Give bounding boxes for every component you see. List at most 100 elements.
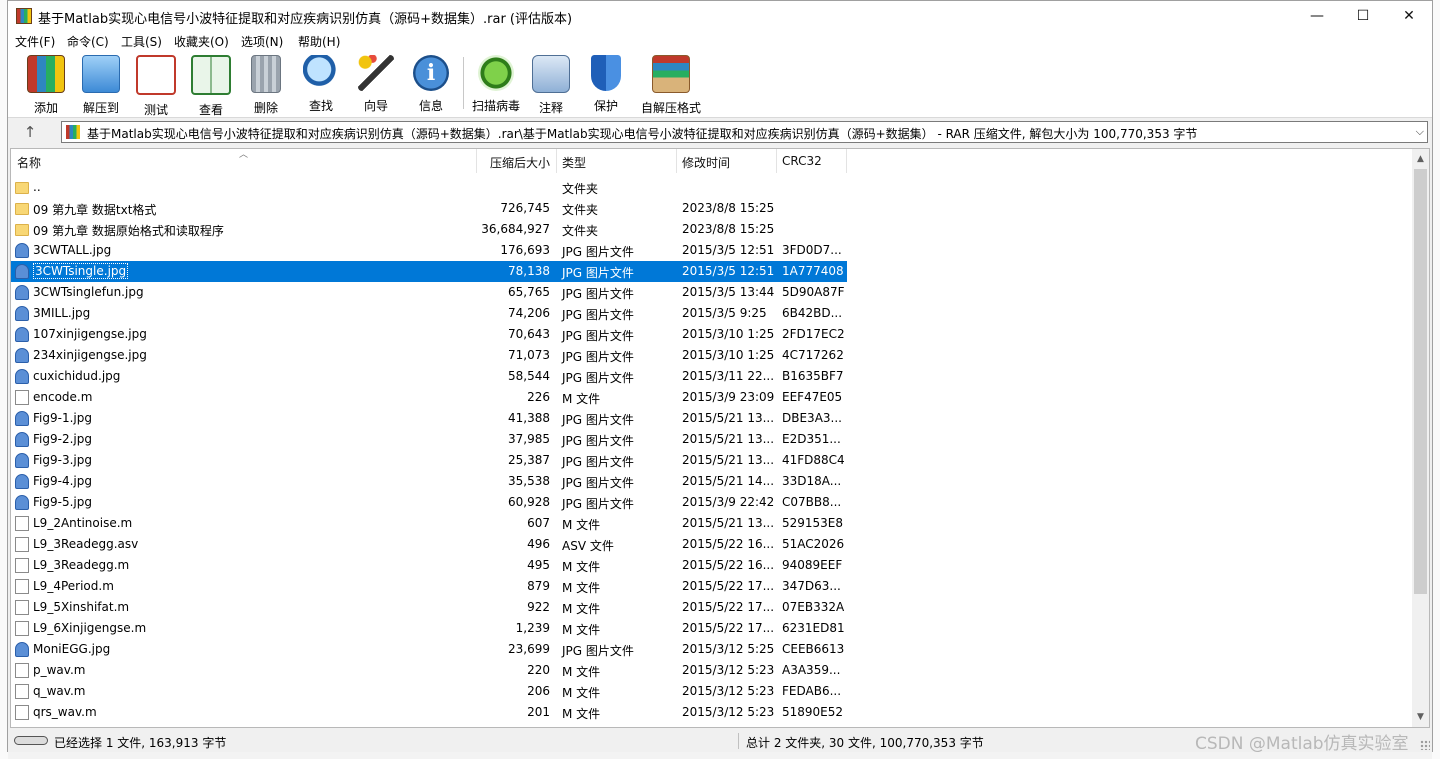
file-modified: 2015/3/10 1:25 xyxy=(682,327,775,341)
info-button[interactable]: i 信息 xyxy=(406,55,456,114)
file-packed-size: 23,699 xyxy=(508,642,550,656)
file-type: JPG 图片文件 xyxy=(562,308,634,322)
find-button[interactable]: 查找 xyxy=(296,55,346,114)
file-name: Fig9-3.jpg xyxy=(33,453,92,467)
vertical-scrollbar[interactable]: ▲ ▼ xyxy=(1412,149,1429,727)
file-row[interactable]: L9_6Xinjigengse.m 1,239 M 文件 2015/5/22 17..… xyxy=(11,618,847,639)
file-type: JPG 图片文件 xyxy=(562,371,634,385)
file-crc32: 33D18A... xyxy=(782,474,842,488)
up-folder-button[interactable]: ↑ xyxy=(18,122,42,142)
file-crc32: DBE3A3... xyxy=(782,411,842,425)
file-row[interactable]: .. 文件夹 xyxy=(11,177,847,198)
file-modified: 2015/3/5 12:51 xyxy=(682,264,775,278)
toolbar: 添加 解压到 测试 查看 删除 查找 向导 i 信息 扫描病毒 注释 保护 自解… xyxy=(8,51,1432,118)
file-row[interactable]: 3CWTALL.jpg 176,693 JPG 图片文件 2015/3/5 12:51… xyxy=(11,240,847,261)
file-name: Fig9-2.jpg xyxy=(33,432,92,446)
file-row[interactable]: qrs_wav.m 201 M 文件 2015/3/12 5:23 51890E52 xyxy=(11,702,847,723)
menu-file[interactable]: 文件(F) xyxy=(15,33,55,50)
file-row[interactable]: Fig9-3.jpg 25,387 JPG 图片文件 2015/5/21 13... 4… xyxy=(11,450,847,471)
file-row[interactable]: MoniEGG.jpg 23,699 JPG 图片文件 2015/3/12 5:25 C… xyxy=(11,639,847,660)
protect-label: 保护 xyxy=(593,99,618,113)
column-divider[interactable] xyxy=(776,149,777,173)
virus-scan-button[interactable]: 扫描病毒 xyxy=(471,55,521,114)
file-row[interactable]: L9_2Antinoise.m 607 M 文件 2015/5/21 13... 529… xyxy=(11,513,847,534)
scrollbar-thumb[interactable] xyxy=(1414,169,1427,594)
file-type: M 文件 xyxy=(562,686,601,700)
extract-to-button[interactable]: 解压到 xyxy=(76,55,126,116)
file-crc32: E2D351... xyxy=(782,432,841,446)
jpg-image-icon xyxy=(15,453,29,468)
file-name: Fig9-4.jpg xyxy=(33,474,92,488)
file-row[interactable]: 3CWTsinglefun.jpg 65,765 JPG 图片文件 2015/3/5 … xyxy=(11,282,847,303)
menu-options[interactable]: 选项(N) xyxy=(241,33,283,50)
menu-commands[interactable]: 命令(C) xyxy=(67,33,109,50)
column-type[interactable]: 类型 xyxy=(562,154,586,171)
column-modified[interactable]: 修改时间 xyxy=(682,154,730,171)
test-button[interactable]: 测试 xyxy=(131,55,181,118)
column-divider[interactable] xyxy=(676,149,677,173)
file-row[interactable]: Fig9-5.jpg 60,928 JPG 图片文件 2015/3/9 22:42 C0… xyxy=(11,492,847,513)
column-name[interactable]: 名称 xyxy=(17,154,41,171)
file-row[interactable]: L9_4Period.m 879 M 文件 2015/5/22 17... 347D63… xyxy=(11,576,847,597)
file-row[interactable]: 3MILL.jpg 74,206 JPG 图片文件 2015/3/5 9:25 6B42… xyxy=(11,303,847,324)
winrar-app-icon[interactable] xyxy=(16,8,32,24)
view-label: 查看 xyxy=(198,103,223,117)
file-row[interactable]: 107xinjigengse.jpg 70,643 JPG 图片文件 2015/3/1… xyxy=(11,324,847,345)
column-divider[interactable] xyxy=(846,149,847,173)
file-row[interactable]: encode.m 226 M 文件 2015/3/9 23:09 EEF47E05 xyxy=(11,387,847,408)
file-row[interactable]: L9_3Readegg.asv 496 ASV 文件 2015/5/22 16... 5… xyxy=(11,534,847,555)
file-row[interactable]: L9_5Xinshifat.m 922 M 文件 2015/5/22 17... 07E… xyxy=(11,597,847,618)
file-row[interactable]: Fig9-4.jpg 35,538 JPG 图片文件 2015/5/21 14... 3… xyxy=(11,471,847,492)
file-row[interactable]: 3CWTsingle.jpg 78,138 JPG 图片文件 2015/3/5 12:… xyxy=(11,261,847,282)
close-button[interactable]: ✕ xyxy=(1386,1,1432,31)
add-button[interactable]: 添加 xyxy=(21,55,71,116)
file-row[interactable]: 09 第九章 数据原始格式和读取程序 36,684,927 文件夹 2023/8/8 … xyxy=(11,219,847,240)
file-packed-size: 41,388 xyxy=(508,411,550,425)
file-packed-size: 201 xyxy=(527,705,550,719)
chevron-down-icon[interactable]: ⌵ xyxy=(1416,125,1424,139)
file-crc32: 51890E52 xyxy=(782,705,844,719)
drive-icon[interactable] xyxy=(14,736,48,745)
file-row[interactable]: 234xinjigengse.jpg 71,073 JPG 图片文件 2015/3/1… xyxy=(11,345,847,366)
file-type: JPG 图片文件 xyxy=(562,434,634,448)
file-row[interactable]: Fig9-2.jpg 37,985 JPG 图片文件 2015/5/21 13... E… xyxy=(11,429,847,450)
file-name: 09 第九章 数据原始格式和读取程序 xyxy=(33,224,224,238)
file-row[interactable]: p_wav.m 220 M 文件 2015/3/12 5:23 A3A359... xyxy=(11,660,847,681)
file-row[interactable]: L9_3Readegg.m 495 M 文件 2015/5/22 16... 94089… xyxy=(11,555,847,576)
file-packed-size: 78,138 xyxy=(508,264,550,278)
file-crc32: 51AC2026 xyxy=(782,537,845,551)
file-crc32: 07EB332A xyxy=(782,600,845,614)
column-packed-size[interactable]: 压缩后大小 xyxy=(490,154,550,171)
protect-button[interactable]: 保护 xyxy=(581,55,631,114)
maximize-button[interactable]: ☐ xyxy=(1340,1,1386,31)
delete-button[interactable]: 删除 xyxy=(241,55,291,116)
wizard-button[interactable]: 向导 xyxy=(351,55,401,114)
file-row[interactable]: Fig9-1.jpg 41,388 JPG 图片文件 2015/5/21 13... D… xyxy=(11,408,847,429)
view-button[interactable]: 查看 xyxy=(186,55,236,118)
menu-help[interactable]: 帮助(H) xyxy=(298,33,340,50)
column-divider[interactable] xyxy=(476,149,477,173)
scroll-down-arrow-icon[interactable]: ▼ xyxy=(1412,709,1429,725)
comment-button[interactable]: 注释 xyxy=(526,55,576,116)
minimize-button[interactable]: — xyxy=(1294,1,1340,31)
file-type: M 文件 xyxy=(562,518,601,532)
scroll-up-arrow-icon[interactable]: ▲ xyxy=(1412,151,1429,167)
resize-grip-icon[interactable] xyxy=(1420,740,1430,750)
file-crc32: A3A359... xyxy=(782,663,841,677)
column-crc32[interactable]: CRC32 xyxy=(782,154,822,168)
jpg-image-icon xyxy=(15,474,29,489)
menu-favorites[interactable]: 收藏夹(O) xyxy=(174,33,229,50)
menu-tools[interactable]: 工具(S) xyxy=(121,33,162,50)
file-name: q_wav.m xyxy=(33,684,86,698)
file-row[interactable]: q_wav.m 206 M 文件 2015/3/12 5:23 FEDAB6... xyxy=(11,681,847,702)
sfx-button[interactable]: 自解压格式 xyxy=(636,55,706,116)
address-field[interactable]: 基于Matlab实现心电信号小波特征提取和对应疾病识别仿真（源码+数据集）.ra… xyxy=(61,121,1428,143)
file-row[interactable]: 09 第九章 数据txt格式 726,745 文件夹 2023/8/8 15:25 xyxy=(11,198,847,219)
title-bar: 基于Matlab实现心电信号小波特征提取和对应疾病识别仿真（源码+数据集）.ra… xyxy=(8,1,1432,31)
virus-scan-label: 扫描病毒 xyxy=(471,99,520,113)
file-crc32: C07BB8... xyxy=(782,495,842,509)
column-divider[interactable] xyxy=(556,149,557,173)
file-modified: 2015/3/5 9:25 xyxy=(682,306,767,320)
file-row[interactable]: cuxichidud.jpg 58,544 JPG 图片文件 2015/3/11 22… xyxy=(11,366,847,387)
file-crc32: 3FD0D7... xyxy=(782,243,842,257)
